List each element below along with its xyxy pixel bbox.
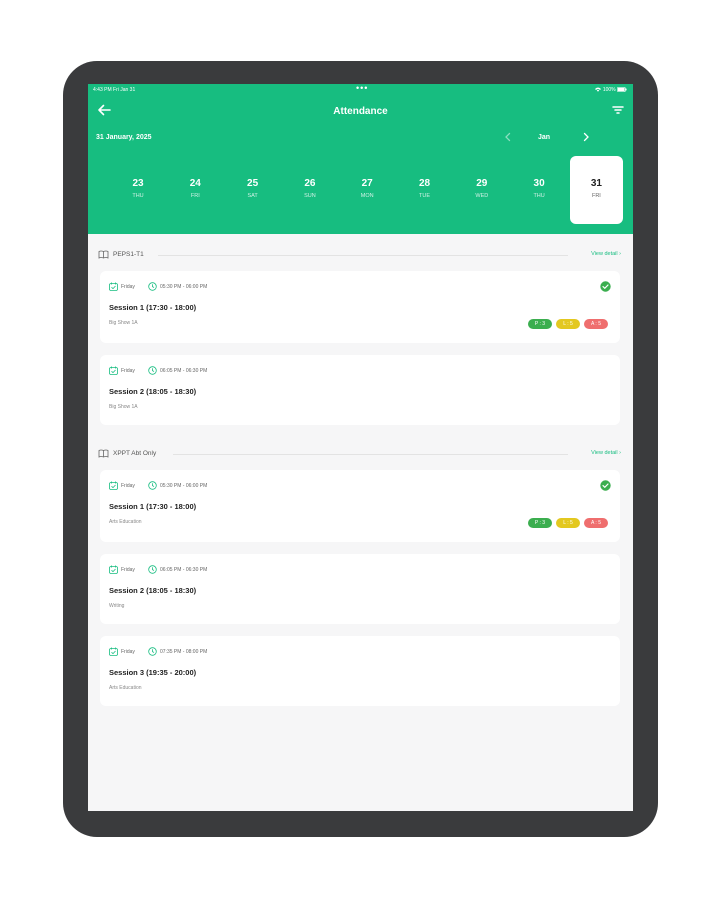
day-number: 26 <box>304 178 316 189</box>
day-25[interactable]: 25 SAT <box>226 156 279 224</box>
day-26[interactable]: 26 SUN <box>283 156 336 224</box>
day-of-week: WED <box>475 193 489 199</box>
session-card[interactable]: Friday 05:30 PM - 06:00 PM Session 1 (17… <box>100 470 620 542</box>
header: 4:43 PM Fri Jan 31 ••• 100% Attendance 3… <box>88 84 633 234</box>
divider <box>158 255 568 256</box>
session-day: Friday <box>121 483 135 489</box>
clock-icon <box>148 282 157 291</box>
filter-icon[interactable] <box>611 103 625 117</box>
check-circle-icon <box>600 281 611 292</box>
battery-icon <box>617 87 627 93</box>
view-detail-link[interactable]: View detail › <box>591 450 621 456</box>
present-count-badge: P : 3 <box>528 319 552 329</box>
class-group-header: XPPT Abt Only View detail › <box>98 447 621 461</box>
session-subtitle: Big Show 1A <box>109 320 138 326</box>
chevron-right-icon[interactable] <box>580 131 592 143</box>
clock-icon <box>148 481 157 490</box>
session-title: Session 3 (19:35 - 20:00) <box>109 668 197 677</box>
late-count-badge: L : 5 <box>556 518 580 528</box>
day-of-week: THU <box>533 193 545 199</box>
battery-percent: 100% <box>602 87 616 93</box>
session-day: Friday <box>121 567 135 573</box>
calendar-icon <box>109 366 118 375</box>
day-number: 25 <box>247 178 259 189</box>
view-detail-link[interactable]: View detail › <box>591 251 621 257</box>
check-circle-icon <box>600 480 611 491</box>
chevron-left-icon[interactable] <box>502 131 514 143</box>
day-of-week: SAT <box>247 193 258 199</box>
day-27[interactable]: 27 MON <box>341 156 394 224</box>
multitask-dots[interactable]: ••• <box>356 84 368 93</box>
month-label: Jan <box>538 134 551 141</box>
day-24[interactable]: 24 FRI <box>169 156 222 224</box>
session-time: 06:05 PM - 06:30 PM <box>160 567 208 573</box>
session-subtitle: Arts Education <box>109 519 142 525</box>
class-name: XPPT Abt Only <box>113 450 157 457</box>
day-23[interactable]: 23 THU <box>112 156 165 224</box>
clock-icon <box>148 366 157 375</box>
app-screen: 4:43 PM Fri Jan 31 ••• 100% Attendance 3… <box>88 84 633 811</box>
day-number: 31 <box>590 178 602 189</box>
session-subtitle: Writing <box>109 603 125 609</box>
session-card[interactable]: Friday 06:05 PM - 06:30 PM Session 2 (18… <box>100 554 620 624</box>
day-of-week: TUE <box>419 193 430 199</box>
page-title: Attendance <box>333 106 388 117</box>
session-subtitle: Arts Education <box>109 685 142 691</box>
day-30[interactable]: 30 THU <box>513 156 566 224</box>
session-title: Session 1 (17:30 - 18:00) <box>109 502 197 511</box>
session-day: Friday <box>121 368 135 374</box>
status-time: 4:43 PM Fri Jan 31 <box>93 87 136 93</box>
calendar-icon <box>109 481 118 490</box>
session-title: Session 1 (17:30 - 18:00) <box>109 303 197 312</box>
day-number: 24 <box>189 178 201 189</box>
session-title: Session 2 (18:05 - 18:30) <box>109 586 197 595</box>
present-count-badge: P : 3 <box>528 518 552 528</box>
day-28[interactable]: 28 TUE <box>398 156 451 224</box>
status-bar: 4:43 PM Fri Jan 31 ••• 100% <box>88 84 633 96</box>
class-group-header: PEPS1-T1 View detail › <box>98 248 621 262</box>
day-29[interactable]: 29 WED <box>455 156 508 224</box>
book-icon <box>98 449 109 458</box>
day-number: 23 <box>132 178 144 189</box>
session-time: 05:30 PM - 06:00 PM <box>160 483 208 489</box>
calendar-icon <box>109 282 118 291</box>
day-number: 28 <box>418 178 431 189</box>
status-battery: 100% <box>595 87 627 93</box>
session-day: Friday <box>121 649 135 655</box>
session-subtitle: Big Show 1A <box>109 404 138 410</box>
calendar-icon <box>109 565 118 574</box>
session-time: 07:35 PM - 08:00 PM <box>160 649 208 655</box>
session-card[interactable]: Friday 05:30 PM - 06:00 PM Session 1 (17… <box>100 271 620 343</box>
book-icon <box>98 250 109 259</box>
session-card[interactable]: Friday 07:35 PM - 08:00 PM Session 3 (19… <box>100 636 620 706</box>
session-card[interactable]: Friday 06:05 PM - 06:30 PM Session 2 (18… <box>100 355 620 425</box>
day-of-week: THU <box>132 193 144 199</box>
day-of-week: FRI <box>190 193 200 199</box>
session-day: Friday <box>121 284 135 290</box>
clock-icon <box>148 565 157 574</box>
selected-date: 31 January, 2025 <box>96 134 152 141</box>
session-title: Session 2 (18:05 - 18:30) <box>109 387 197 396</box>
divider <box>173 454 568 455</box>
absent-count-badge: A : 5 <box>584 518 608 528</box>
clock-icon <box>148 647 157 656</box>
class-name: PEPS1-T1 <box>113 251 144 258</box>
day-of-week: MON <box>360 193 374 199</box>
day-number: 29 <box>476 178 488 189</box>
class-list: PEPS1-T1 View detail › Friday 05:30 PM -… <box>88 234 633 811</box>
day-of-week: FRI <box>591 193 601 199</box>
calendar-icon <box>109 647 118 656</box>
day-number: 30 <box>533 178 545 189</box>
day-number: 27 <box>361 178 373 189</box>
late-count-badge: L : 5 <box>556 319 580 329</box>
session-time: 06:05 PM - 06:30 PM <box>160 368 208 374</box>
absent-count-badge: A : 5 <box>584 319 608 329</box>
wifi-icon <box>595 87 602 92</box>
day-of-week: SUN <box>304 193 316 199</box>
session-time: 05:30 PM - 06:00 PM <box>160 284 208 290</box>
day-31[interactable]: 31 FRI <box>569 156 623 224</box>
